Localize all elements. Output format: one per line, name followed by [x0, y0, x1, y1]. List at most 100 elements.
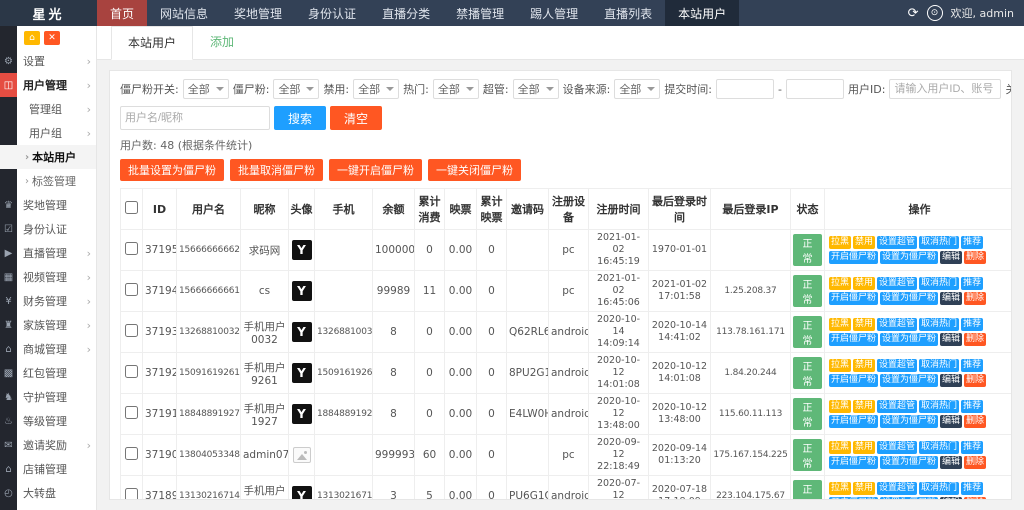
profile-icon[interactable]: ⊙: [927, 5, 943, 21]
date-start-input[interactable]: [716, 79, 774, 99]
row-action-button[interactable]: 编辑: [940, 333, 962, 346]
row-action-button[interactable]: 设置超管: [877, 277, 917, 290]
sidebar-item[interactable]: ⌂商城管理›: [0, 337, 96, 361]
row-action-button[interactable]: 编辑: [940, 415, 962, 428]
sidebar-item[interactable]: ▶直播管理›: [0, 241, 96, 265]
row-action-button[interactable]: 开启僵尸粉: [829, 415, 878, 428]
row-action-button[interactable]: 推荐: [961, 277, 983, 290]
clear-button[interactable]: 清空: [330, 106, 382, 130]
nav-item[interactable]: 踢人管理: [517, 0, 591, 26]
nav-item[interactable]: 奖地管理: [221, 0, 295, 26]
row-action-button[interactable]: 编辑: [940, 251, 962, 264]
row-action-button[interactable]: 取消热门: [919, 400, 959, 413]
sidebar-item[interactable]: ▦视频管理›: [0, 265, 96, 289]
sidebar-item[interactable]: ¥财务管理›: [0, 289, 96, 313]
filter-select[interactable]: 全部: [433, 79, 479, 99]
row-action-button[interactable]: 取消热门: [919, 441, 959, 454]
filter-select[interactable]: 全部: [513, 79, 559, 99]
nav-item[interactable]: 禁播管理: [443, 0, 517, 26]
sidebar-item[interactable]: ✉邀请奖励›: [0, 433, 96, 457]
row-action-button[interactable]: 拉黑: [829, 482, 851, 495]
nav-item[interactable]: 直播分类: [369, 0, 443, 26]
row-action-button[interactable]: 取消热门: [919, 482, 959, 495]
row-action-button[interactable]: 设置为僵尸粉: [880, 292, 938, 305]
row-action-button[interactable]: 取消热门: [919, 318, 959, 331]
keyword-input[interactable]: [120, 106, 270, 130]
row-action-button[interactable]: 开启僵尸粉: [829, 497, 878, 500]
row-action-button[interactable]: 设置为僵尸粉: [880, 415, 938, 428]
sidebar-item[interactable]: ◫用户管理›: [0, 73, 96, 97]
row-action-button[interactable]: 禁用: [853, 400, 875, 413]
row-action-button[interactable]: 取消热门: [919, 359, 959, 372]
row-action-button[interactable]: 推荐: [961, 359, 983, 372]
row-action-button[interactable]: 禁用: [853, 359, 875, 372]
row-action-button[interactable]: 编辑: [940, 374, 962, 387]
row-action-button[interactable]: 开启僵尸粉: [829, 251, 878, 264]
row-action-button[interactable]: 编辑: [940, 456, 962, 469]
row-action-button[interactable]: 推荐: [961, 482, 983, 495]
row-action-button[interactable]: 设置超管: [877, 236, 917, 249]
row-action-button[interactable]: 设置超管: [877, 359, 917, 372]
nav-item[interactable]: 网站信息: [147, 0, 221, 26]
home-shortcut-button[interactable]: ⌂: [24, 31, 40, 45]
sidebar-item[interactable]: ›本站用户: [0, 145, 96, 169]
user-id-input[interactable]: [889, 79, 1001, 99]
row-checkbox[interactable]: [125, 406, 138, 419]
row-action-button[interactable]: 设置超管: [877, 441, 917, 454]
row-action-button[interactable]: 设置为僵尸粉: [880, 374, 938, 387]
row-action-button[interactable]: 推荐: [961, 400, 983, 413]
row-action-button[interactable]: 设置超管: [877, 482, 917, 495]
row-checkbox[interactable]: [125, 242, 138, 255]
sidebar-item[interactable]: ♛奖地管理: [0, 193, 96, 217]
row-action-button[interactable]: 删除: [964, 292, 986, 305]
row-checkbox[interactable]: [125, 447, 138, 460]
row-action-button[interactable]: 删除: [964, 415, 986, 428]
nav-item[interactable]: 直播列表: [591, 0, 665, 26]
refresh-icon[interactable]: ⟳: [908, 6, 919, 21]
row-action-button[interactable]: 推荐: [961, 236, 983, 249]
bulk-action-button[interactable]: 批量取消僵尸粉: [230, 159, 323, 181]
row-action-button[interactable]: 开启僵尸粉: [829, 292, 878, 305]
row-action-button[interactable]: 编辑: [940, 497, 962, 500]
row-action-button[interactable]: 禁用: [853, 318, 875, 331]
tab-current-site-users[interactable]: 本站用户: [111, 26, 193, 60]
row-action-button[interactable]: 删除: [964, 497, 986, 500]
sidebar-item[interactable]: ♜家族管理›: [0, 313, 96, 337]
sidebar-item[interactable]: 管理组›: [0, 97, 96, 121]
sidebar-item[interactable]: ⌂店铺管理: [0, 457, 96, 481]
row-action-button[interactable]: 取消热门: [919, 236, 959, 249]
row-action-button[interactable]: 删除: [964, 333, 986, 346]
sidebar-item[interactable]: ☑身份认证: [0, 217, 96, 241]
row-action-button[interactable]: 开启僵尸粉: [829, 456, 878, 469]
row-action-button[interactable]: 设置为僵尸粉: [880, 456, 938, 469]
sidebar-item[interactable]: 用户组›: [0, 121, 96, 145]
date-end-input[interactable]: [786, 79, 844, 99]
row-action-button[interactable]: 删除: [964, 456, 986, 469]
row-action-button[interactable]: 编辑: [940, 292, 962, 305]
row-action-button[interactable]: 禁用: [853, 236, 875, 249]
sidebar-item[interactable]: ›标签管理: [0, 169, 96, 193]
filter-select[interactable]: 全部: [614, 79, 660, 99]
row-action-button[interactable]: 禁用: [853, 277, 875, 290]
row-checkbox[interactable]: [125, 324, 138, 337]
nav-item[interactable]: 首页: [97, 0, 147, 26]
row-action-button[interactable]: 开启僵尸粉: [829, 333, 878, 346]
row-checkbox[interactable]: [125, 488, 138, 500]
search-button[interactable]: 搜索: [274, 106, 326, 130]
row-action-button[interactable]: 取消热门: [919, 277, 959, 290]
bulk-action-button[interactable]: 一键开启僵尸粉: [329, 159, 422, 181]
sidebar-item[interactable]: ⚙设置›: [0, 49, 96, 73]
row-action-button[interactable]: 拉黑: [829, 318, 851, 331]
row-action-button[interactable]: 拉黑: [829, 236, 851, 249]
nav-item[interactable]: 本站用户: [665, 0, 739, 26]
row-action-button[interactable]: 删除: [964, 251, 986, 264]
filter-select[interactable]: 全部: [273, 79, 319, 99]
sidebar-item[interactable]: ♨等级管理: [0, 409, 96, 433]
row-action-button[interactable]: 拉黑: [829, 277, 851, 290]
row-action-button[interactable]: 推荐: [961, 441, 983, 454]
row-action-button[interactable]: 设置为僵尸粉: [880, 251, 938, 264]
row-action-button[interactable]: 禁用: [853, 482, 875, 495]
row-checkbox[interactable]: [125, 365, 138, 378]
select-all-checkbox[interactable]: [125, 201, 138, 214]
row-action-button[interactable]: 推荐: [961, 318, 983, 331]
